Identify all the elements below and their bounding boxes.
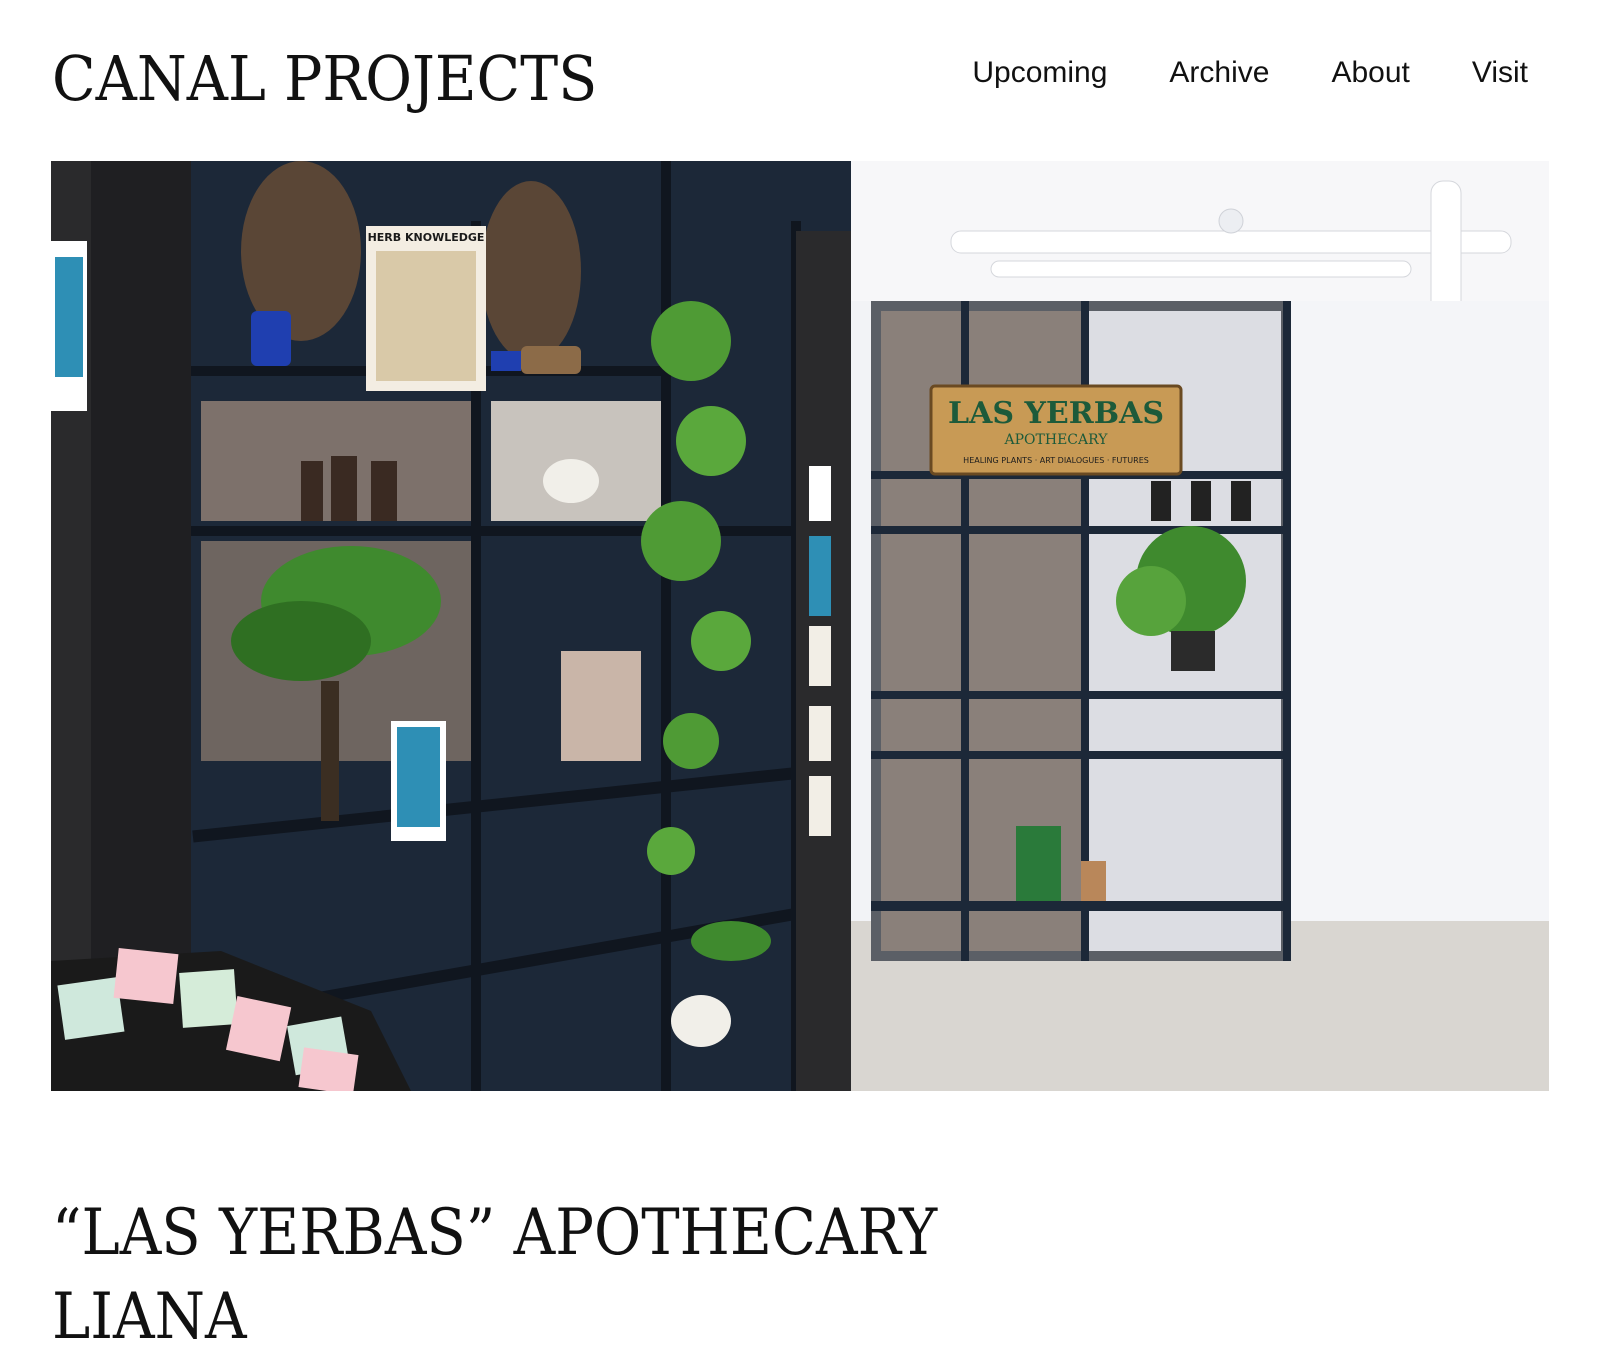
exhibition-title-line2: LIANA (52, 1279, 247, 1354)
main-nav: Upcoming Archive About Visit (910, 58, 1528, 88)
exhibition-title-line1: “LAS YERBAS” APOTHECARY (52, 1195, 938, 1270)
site-header: CANAL PROJECTS Upcoming Archive About Vi… (52, 40, 1548, 130)
front-shelf: HERB KNOWLEDGE (191, 161, 851, 1091)
nav-about[interactable]: About (1331, 58, 1409, 88)
sign-tagline: HEALING PLANTS · ART DIALOGUES · FUTURES (963, 456, 1149, 465)
exhibition-title: “LAS YERBAS” APOTHECARY LIANA (52, 1191, 937, 1359)
sign-title: LAS YERBAS (948, 396, 1164, 431)
las-yerbas-sign: LAS YERBAS APOTHECARY HEALING PLANTS · A… (929, 384, 1183, 476)
nav-visit[interactable]: Visit (1472, 58, 1528, 88)
nav-upcoming[interactable]: Upcoming (972, 58, 1107, 88)
poster-title: HERB KNOWLEDGE (368, 231, 485, 244)
exhibition-hero-image[interactable]: LAS YERBAS APOTHECARY HEALING PLANTS · A… (51, 161, 1549, 1091)
nav-archive[interactable]: Archive (1169, 58, 1269, 88)
site-logo[interactable]: CANAL PROJECTS (52, 48, 597, 110)
sign-subtitle: APOTHECARY (1004, 432, 1109, 448)
hero-photo-illustration: LAS YERBAS APOTHECARY HEALING PLANTS · A… (51, 161, 1549, 1091)
